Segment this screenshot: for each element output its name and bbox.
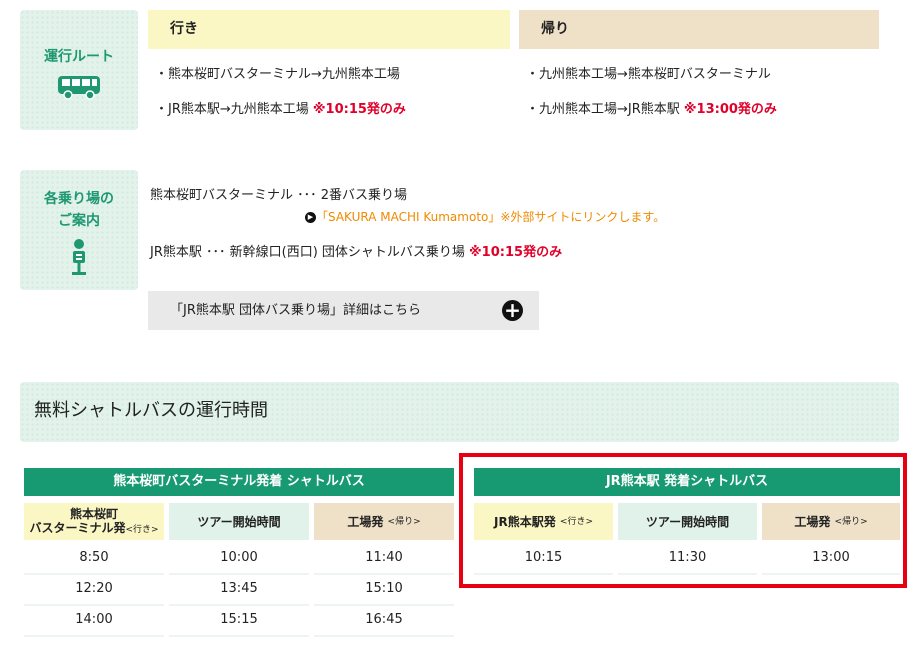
detail-button-label: 「JR熊本駅 団体バス乗り場」詳細はこちら: [170, 303, 421, 318]
jr-bus-stop-detail-button[interactable]: 「JR熊本駅 団体バス乗り場」詳細はこちら +: [148, 291, 539, 330]
outbound-header: 行き: [148, 10, 510, 49]
outbound-route-1: ・熊本桜町バスターミナル→九州熊本工場: [155, 67, 400, 82]
table-cell: 13:45: [169, 574, 309, 606]
bus-icon: [58, 76, 100, 100]
table-cell: 16:45: [314, 605, 454, 637]
stops-label-line2: ご案内: [58, 213, 100, 229]
return-header: 帰り: [519, 10, 879, 49]
stop-jr-info: JR熊本駅 ･･･ 新幹線口(西口) 団体シャトルバス乗り場 ※10:15発のみ: [150, 245, 563, 260]
return-route-2: ・九州熊本工場→JR熊本駅 ※13:00発のみ: [526, 102, 777, 117]
stops-label-box: 各乗り場の ご案内: [20, 170, 138, 290]
table-cell: 12:20: [24, 574, 164, 606]
jr-table-title: JR熊本駅 発着シャトルバス: [474, 468, 900, 496]
jr-col-factory-departure: 工場発 <帰り>: [762, 503, 900, 540]
sakura-col-departure: 熊本桜町 バスターミナル発<行き>: [24, 503, 164, 540]
table-cell: 14:00: [24, 605, 164, 637]
plus-circle-icon: +: [502, 300, 523, 321]
sakura-link[interactable]: ▶ 「SAKURA MACHI Kumamoto」※外部サイトにリンクします。: [305, 208, 665, 225]
jr-col-departure: JR熊本駅発 <行き>: [474, 503, 613, 540]
play-circle-icon: ▶: [305, 212, 316, 223]
sakura-table-title: 熊本桜町バスターミナル発着 シャトルバス: [24, 468, 454, 496]
stop-sakura-info: 熊本桜町バスターミナル ･･･ 2番バス乗り場: [150, 188, 408, 203]
jr-shuttle-table: JR熊本駅 発着シャトルバス JR熊本駅発 <行き> ツアー開始時間 工場発 <…: [474, 468, 900, 578]
table-cell: 11:30: [618, 543, 757, 575]
table-cell: 11:40: [314, 543, 454, 575]
outbound-route-2: ・JR熊本駅→九州熊本工場 ※10:15発のみ: [155, 102, 406, 117]
table-cell: 8:50: [24, 543, 164, 575]
table-cell: 13:00: [762, 543, 900, 575]
bus-stop-icon: [72, 239, 86, 275]
table-cell: 15:15: [169, 605, 309, 637]
table-cell: 15:10: [314, 574, 454, 606]
schedule-title: 無料シャトルバスの運行時間: [20, 382, 899, 442]
table-cell: 10:00: [169, 543, 309, 575]
return-route-1: ・九州熊本工場→熊本桜町バスターミナル: [526, 67, 771, 82]
sakura-col-tour-start: ツアー開始時間: [169, 503, 309, 540]
jr-col-tour-start: ツアー開始時間: [618, 503, 757, 540]
sakura-col-factory-departure: 工場発 <帰り>: [314, 503, 454, 540]
route-label: 運行ルート: [44, 49, 114, 65]
sakura-link-text[interactable]: 「SAKURA MACHI Kumamoto」: [316, 210, 500, 224]
external-note: ※外部サイトにリンクします。: [500, 210, 666, 224]
route-label-box: 運行ルート: [20, 10, 138, 130]
stops-label-line1: 各乗り場の: [44, 191, 114, 207]
sakura-shuttle-table: 熊本桜町バスターミナル発着 シャトルバス 熊本桜町 バスターミナル発<行き> ツア…: [24, 468, 454, 638]
table-cell: 10:15: [474, 543, 613, 575]
